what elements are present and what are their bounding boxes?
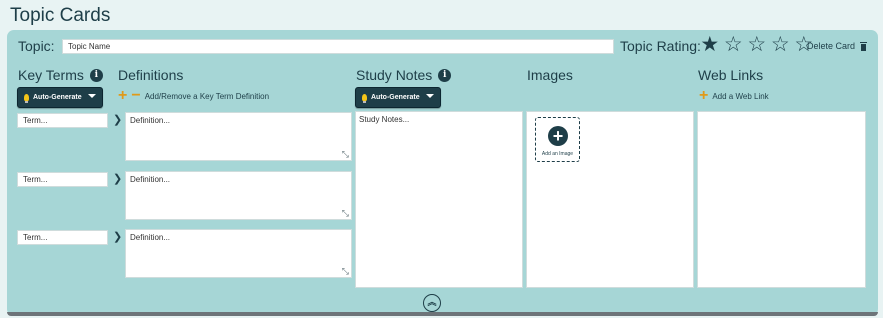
study-notes-textarea[interactable]: Study Notes... [355,111,523,288]
add-remove-definition-label: Add/Remove a Key Term Definition [144,91,270,101]
chevron-right-icon: ❯ [113,231,123,243]
key-terms-auto-generate-button[interactable]: Auto-Generate [17,87,103,108]
definition-placeholder: Definition... [130,116,171,125]
info-icon[interactable]: i [438,68,452,82]
definition-textarea[interactable]: Definition... ⤡ [125,229,352,278]
images-panel: + Add an Image [526,111,694,288]
auto-generate-label: Auto-Generate [33,94,82,101]
star-rating[interactable]: ★ ☆ ☆ ☆ ☆ [698,33,816,57]
minus-icon[interactable]: − [131,88,140,104]
add-web-link-button[interactable]: + Add a Web Link [699,87,769,104]
delete-card-button[interactable]: Delete Card [807,41,868,51]
plus-icon[interactable]: + [118,88,127,104]
images-header: Images [527,67,573,83]
topic-rating-label: Topic Rating: [620,38,701,54]
caret-down-icon [426,94,434,98]
chevron-right-icon: ❯ [113,173,123,185]
key-terms-title: Key Terms [18,67,84,83]
study-notes-title: Study Notes [356,67,433,83]
definitions-header: Definitions [118,67,183,83]
star-empty-icon[interactable]: ☆ [769,33,793,57]
caret-down-icon [88,94,96,98]
definition-textarea[interactable]: Definition... ⤡ [125,112,352,161]
star-empty-icon[interactable]: ☆ [745,33,769,57]
definitions-title: Definitions [118,67,184,83]
auto-generate-label: Auto-Generate [371,94,420,101]
resize-handle-icon[interactable]: ⤡ [342,150,349,159]
definition-placeholder: Definition... [130,233,171,242]
delete-card-label: Delete Card [807,41,856,51]
add-web-link-label: Add a Web Link [712,91,769,101]
lightbulb-icon [24,94,29,103]
page-title: Topic Cards [10,5,111,26]
star-filled-icon[interactable]: ★ [698,33,722,57]
term-input[interactable]: Term... [17,172,108,187]
card-bottom-bar [7,312,878,316]
study-notes-header: Study Notes i [356,67,452,83]
study-notes-auto-generate-button[interactable]: Auto-Generate [355,87,441,108]
images-title: Images [527,67,573,83]
term-input[interactable]: Term... [17,230,108,245]
term-input[interactable]: Term... [17,113,108,128]
add-remove-definition-control: + − Add/Remove a Key Term Definition [118,88,270,104]
study-notes-placeholder: Study Notes... [359,115,410,124]
resize-handle-icon[interactable]: ⤡ [342,209,349,218]
lightbulb-icon [362,94,367,103]
add-image-button[interactable]: + Add an Image [535,117,580,162]
topic-card: Topic: Topic Name Topic Rating: ★ ☆ ☆ ☆ … [7,30,878,316]
chevron-right-icon: ❯ [113,114,123,126]
web-links-panel [697,111,866,288]
plus-circle-icon: + [548,126,568,146]
trash-icon [860,41,868,51]
topic-name-input[interactable]: Topic Name [62,39,614,54]
plus-icon: + [699,87,709,104]
resize-handle-icon[interactable]: ⤡ [342,267,349,276]
definition-textarea[interactable]: Definition... ⤡ [125,171,352,220]
web-links-header: Web Links [698,67,763,83]
definition-placeholder: Definition... [130,175,171,184]
key-terms-header: Key Terms i [18,67,103,83]
add-image-label: Add an Image [541,151,574,157]
topic-label: Topic: [18,38,55,54]
star-empty-icon[interactable]: ☆ [722,33,746,57]
info-icon[interactable]: i [89,68,103,82]
collapse-up-icon[interactable]: ︽ [423,294,441,312]
web-links-title: Web Links [698,67,764,83]
